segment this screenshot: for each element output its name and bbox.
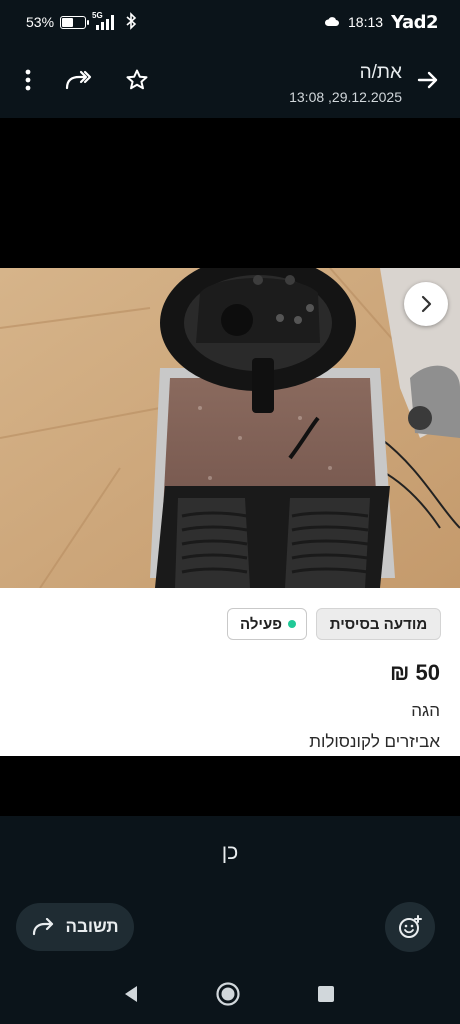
reply-arrow-icon [33,918,54,936]
basic-listing-badge: מודעה בסיסית [316,608,441,640]
emoji-add-icon [399,915,422,938]
status-bar: 53% 5G 18:13 Yad2 [0,0,460,44]
battery-fill [62,17,73,27]
home-circle-icon[interactable] [213,979,243,1009]
message-timestamp: 13:08 ,29.12.2025 [289,89,402,105]
back-triangle-icon[interactable] [116,979,146,1009]
active-status-label: פעילה [240,615,282,633]
network-type: 5G [92,11,103,20]
yad2-watermark: Yad2 [391,11,438,33]
viewer-header: את/ה 13:08 ,29.12.2025 [0,44,460,118]
listing-price: 50 ₪ [389,660,440,685]
status-right: 18:13 Yad2 [324,12,438,33]
star-icon[interactable] [121,64,153,96]
listing-photo[interactable] [0,268,460,588]
next-image-button[interactable] [404,282,448,326]
chat-name: את/ה [359,62,402,83]
media-viewer: מודעה בסיסית פעילה 50 ₪ הגה אביזרים לקונ… [0,118,460,816]
more-vert-icon[interactable] [12,64,44,96]
steering-wheel-photo [0,268,460,588]
caption-area: כן [0,816,460,906]
system-nav-bar [0,965,460,1024]
listing-card[interactable]: מודעה בסיסית פעילה 50 ₪ הגה אביזרים לקונ… [0,588,460,756]
battery-icon [60,15,90,29]
active-status-badge: פעילה [227,608,307,640]
recents-square-icon[interactable] [311,979,341,1009]
add-reaction-button[interactable] [385,902,435,952]
cloud-icon [324,14,340,30]
reply-label: תשובה [65,917,119,936]
message-caption: כן [221,841,239,864]
bluetooth-icon [124,11,138,33]
listing-title: הגה [411,701,440,720]
active-dot-icon [288,620,296,628]
signal-icon: 5G [92,11,118,30]
forward-icon[interactable] [62,64,94,96]
back-arrow-icon[interactable] [412,64,444,96]
status-left: 53% 5G [26,11,138,33]
chevron-right-icon [421,295,432,313]
clock: 18:13 [348,14,384,30]
listing-category: אביזרים לקונסולות [309,732,440,751]
reply-button[interactable]: תשובה [16,903,134,951]
battery-percent: 53% [26,14,55,30]
